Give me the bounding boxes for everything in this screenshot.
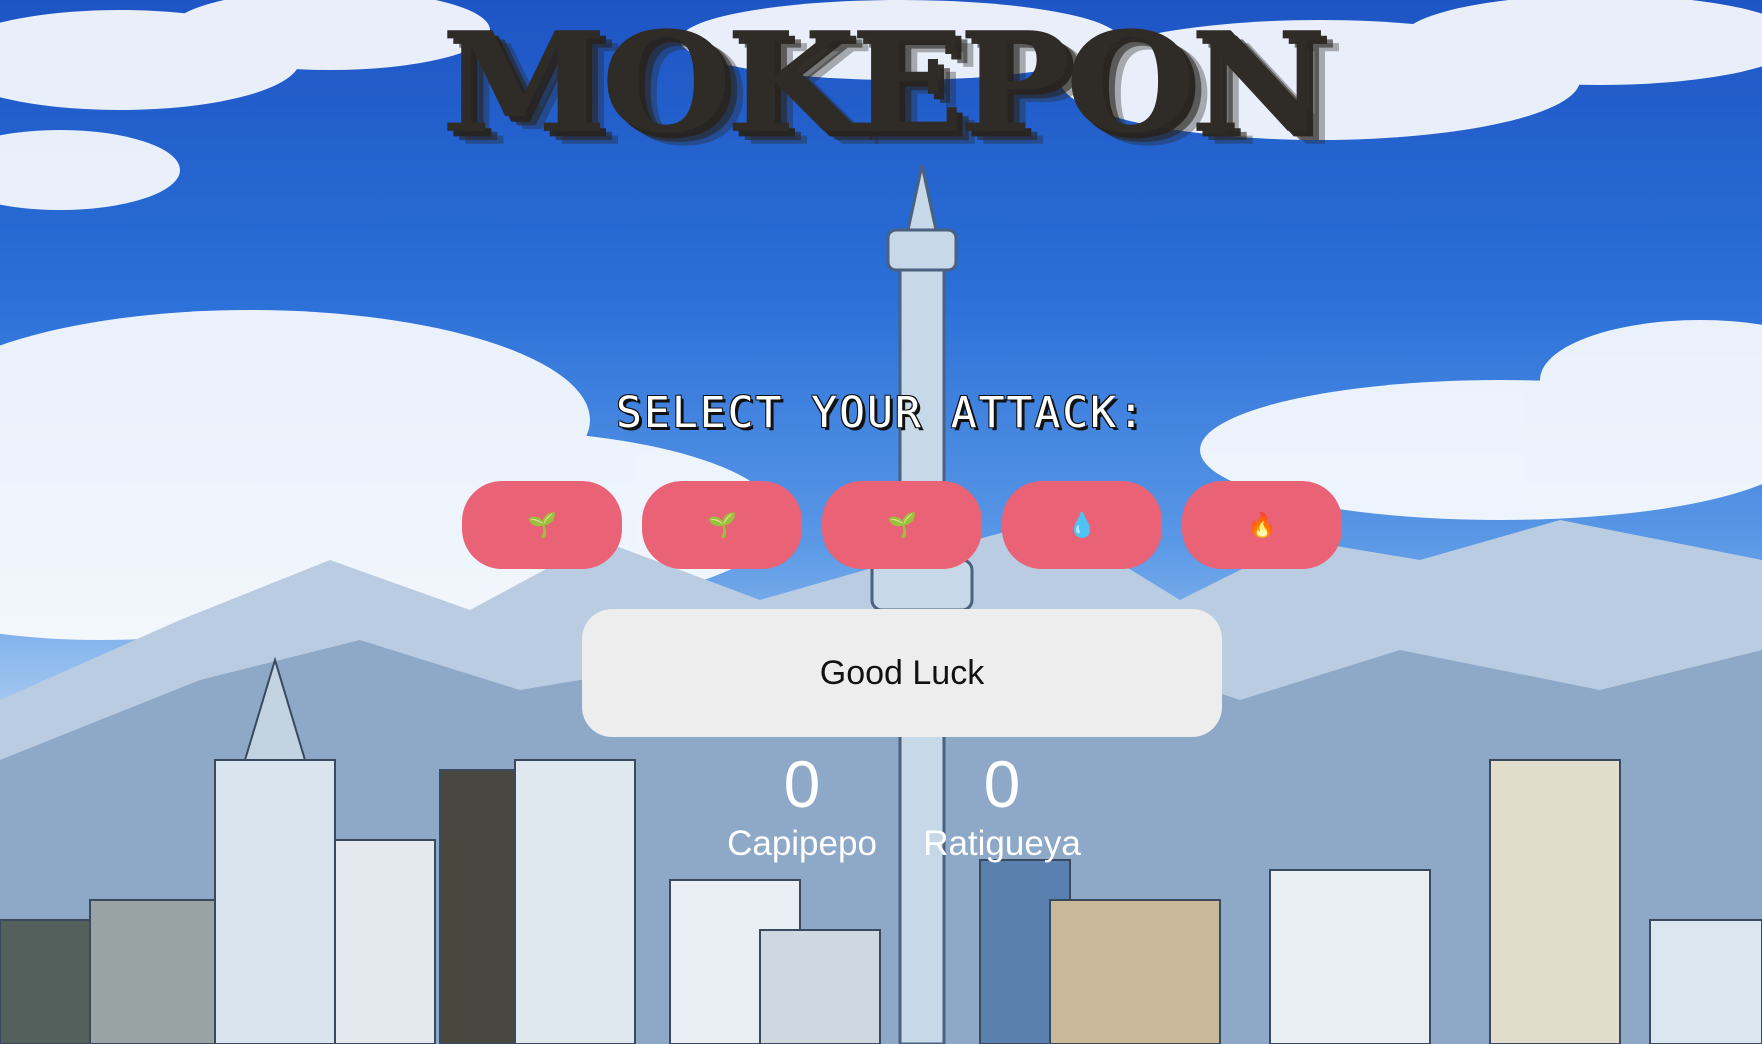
water-drop-icon: 💧 — [1067, 511, 1097, 539]
player-pet-name: Capipepo — [727, 824, 877, 863]
game-title: MOKEPON — [441, 2, 1327, 164]
enemy-score-value: 0 — [983, 747, 1021, 821]
enemy-score: 0 Ratigueya — [902, 748, 1102, 866]
attack-buttons: 🌱 🌱 🌱 💧 🔥 — [462, 481, 1342, 569]
message-box: Good Luck — [582, 609, 1222, 737]
attack-button-plant[interactable]: 🌱 — [822, 481, 982, 569]
attack-button-fire[interactable]: 🔥 — [1182, 481, 1342, 569]
sprout-icon: 🌱 — [527, 511, 557, 539]
attack-button-plant[interactable]: 🌱 — [462, 481, 622, 569]
attack-button-plant[interactable]: 🌱 — [642, 481, 802, 569]
enemy-pet-name: Ratigueya — [923, 824, 1081, 863]
sprout-icon: 🌱 — [707, 511, 737, 539]
sprout-icon: 🌱 — [887, 511, 917, 539]
fire-icon: 🔥 — [1247, 511, 1277, 539]
select-attack-heading: SELECT YOUR ATTACK: — [616, 388, 1146, 438]
attack-button-water[interactable]: 💧 — [1002, 481, 1162, 569]
player-score: 0 Capipepo — [702, 748, 902, 866]
player-score-value: 0 — [783, 747, 821, 821]
